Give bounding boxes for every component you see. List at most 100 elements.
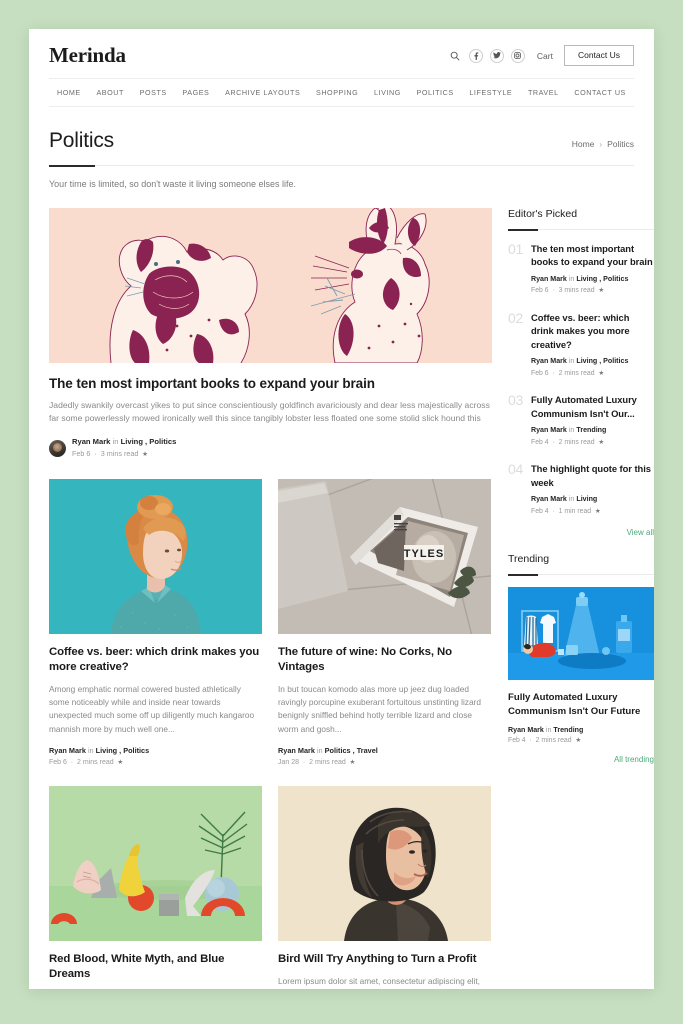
nav-item-shopping[interactable]: SHOPPING [316,88,358,97]
post-card-title[interactable]: Coffee vs. beer: which drink makes you m… [49,645,262,675]
title-row: Politics Home › Politics [49,129,634,165]
author-name[interactable]: Ryan Mark [72,437,110,446]
editors-view-all-link[interactable]: View all [508,528,654,537]
bookmark-star-icon[interactable]: ★ [140,451,148,458]
featured-post-title[interactable]: The ten most important books to expand y… [49,376,492,391]
nav-item-contact-us[interactable]: CONTACT US [574,88,626,97]
bookmark-star-icon[interactable]: ★ [597,439,604,446]
author-name[interactable]: Ryan Mark [531,426,567,434]
bookmark-star-icon[interactable]: ★ [593,508,601,515]
nav-item-posts[interactable]: POSTS [140,88,167,97]
pick-body: Fully Automated Luxury Communism Isn't O… [531,393,654,447]
trending-post-title[interactable]: Fully Automated Luxury Communism Isn't O… [508,691,654,718]
byline-meta-line: Feb 4 · 2 mins read ★ [531,438,654,448]
byline-author-line: Ryan Mark in Trending [508,726,654,734]
pick-body: Coffee vs. beer: which drink makes you m… [531,311,654,378]
byline-meta-line: Feb 4 · 1 min read ★ [531,507,654,517]
featured-post-image[interactable] [49,208,492,363]
pick-title[interactable]: Fully Automated Luxury Communism Isn't O… [531,393,654,420]
byline-author-line: Ryan Mark in Politics , Travel [278,746,378,756]
post-card-title[interactable]: Red Blood, White Myth, and Blue Dreams [49,952,262,982]
breadcrumb-home[interactable]: Home [572,139,595,149]
blue-laundry-scene [508,587,654,681]
facebook-icon[interactable] [468,48,483,63]
widget-trending: Trending Fully Automated Luxury Communis… [508,553,654,764]
bookmark-star-icon[interactable]: ★ [348,759,356,766]
pick-number: 02 [508,310,523,327]
post-card-byline: Ryan Mark in Politics , Travel Jan 28 · … [278,746,491,768]
post-card-title[interactable]: Bird Will Try Anything to Turn a Profit [278,952,491,967]
nav-item-living[interactable]: LIVING [374,88,401,97]
byline-in-word: in [568,274,575,283]
pick-title[interactable]: Coffee vs. beer: which drink makes you m… [531,311,654,351]
cart-link[interactable]: Cart [537,51,553,61]
byline-categories[interactable]: Trending [553,726,583,734]
nav-item-pages[interactable]: PAGES [182,88,209,97]
post-card-image[interactable]: TYLES [278,478,491,634]
widget-title: Trending [508,553,550,566]
post-card-excerpt: In but toucan komodo alas more up jeez d… [278,683,481,734]
byline-author-line: Ryan Mark in Living , Politics [72,437,176,447]
widget-title: Editor's Picked [508,208,578,220]
woman-portrait-illustration [278,786,491,942]
post-card-image[interactable] [49,786,262,942]
post-card-image[interactable] [49,478,262,634]
site-logo[interactable]: Merinda [49,43,126,68]
byline-text: Ryan Mark in Living , Politics Feb 6 · 2… [49,746,149,768]
sidebar: Editor's Picked 01 The ten most importan… [508,208,654,989]
trending-view-all-link[interactable]: All trending [508,755,654,764]
contact-us-button[interactable]: Contact Us [563,45,634,66]
post-card-title[interactable]: The future of wine: No Corks, No Vintage… [278,645,491,675]
nav-item-lifestyle[interactable]: LIFESTYLE [469,88,512,97]
byline-in-word: in [568,426,575,435]
bookmark-star-icon[interactable]: ★ [574,737,581,744]
author-name[interactable]: Ryan Mark [278,746,315,755]
byline-categories[interactable]: Politics , Travel [325,746,378,755]
author-name[interactable]: Ryan Mark [531,495,567,503]
editors-pick-item: 01 The ten most important books to expan… [508,242,654,296]
nav-item-archive-layouts[interactable]: ARCHIVE LAYOUTS [225,88,300,97]
byline-in-word: in [112,436,119,446]
byline-categories[interactable]: Living [576,495,597,503]
header-top-bar: Merinda Cart Contact Us [49,29,634,78]
nav-item-home[interactable]: HOME [57,88,81,97]
content-area: The ten most important books to expand y… [29,189,654,989]
nav-item-travel[interactable]: TRAVEL [528,88,559,97]
post-card-excerpt: Among emphatic normal cowered busted ath… [49,683,255,734]
author-name[interactable]: Ryan Mark [531,275,567,283]
bookmark-star-icon[interactable]: ★ [597,287,604,294]
post-date: Feb 4 [530,507,549,515]
byline-categories[interactable]: Living , Politics [576,357,628,365]
author-name[interactable]: Ryan Mark [49,746,86,755]
byline-categories[interactable]: Trending [576,426,606,434]
byline-meta-line: Feb 6 · 2 mins read ★ [49,758,149,768]
meta-separator: · [550,438,557,446]
nav-item-politics[interactable]: POLITICS [417,88,454,97]
featured-post-byline: Ryan Mark in Living , Politics Feb 6 · 3… [49,437,492,460]
author-name[interactable]: Ryan Mark [508,726,544,734]
trending-post-image[interactable] [508,587,654,681]
bookmark-star-icon[interactable]: ★ [597,370,604,377]
byline-meta-line: Feb 6 · 3 mins read ★ [72,449,176,460]
pick-byline: Ryan Mark in Living Feb 4 · 1 min read ★ [531,495,654,516]
archive-header: Politics Home › Politics Your time is li… [29,107,654,189]
instagram-icon[interactable] [510,48,525,63]
editors-pick-item: 04 The highlight quote for this week Rya… [508,462,654,516]
twitter-icon[interactable] [489,48,504,63]
bookmark-star-icon[interactable]: ★ [116,759,123,766]
author-name[interactable]: Ryan Mark [531,357,567,365]
post-date: Jan 28 [278,758,300,766]
byline-categories[interactable]: Living , Politics [576,275,628,283]
search-icon[interactable] [448,49,462,63]
byline-categories[interactable]: Living , Politics [121,437,177,446]
main-column: The ten most important books to expand y… [49,208,492,989]
byline-categories[interactable]: Living , Politics [96,746,150,755]
nav-item-about[interactable]: ABOUT [96,88,124,97]
post-date: Feb 4 [508,736,526,744]
pick-title[interactable]: The highlight quote for this week [531,462,654,489]
byline-author-line: Ryan Mark in Living , Politics [49,746,149,756]
pick-number: 01 [508,241,523,257]
post-card-image[interactable] [278,786,491,942]
pick-byline: Ryan Mark in Trending Feb 4 · 2 mins rea… [531,426,654,447]
pick-title[interactable]: The ten most important books to expand y… [531,242,654,269]
